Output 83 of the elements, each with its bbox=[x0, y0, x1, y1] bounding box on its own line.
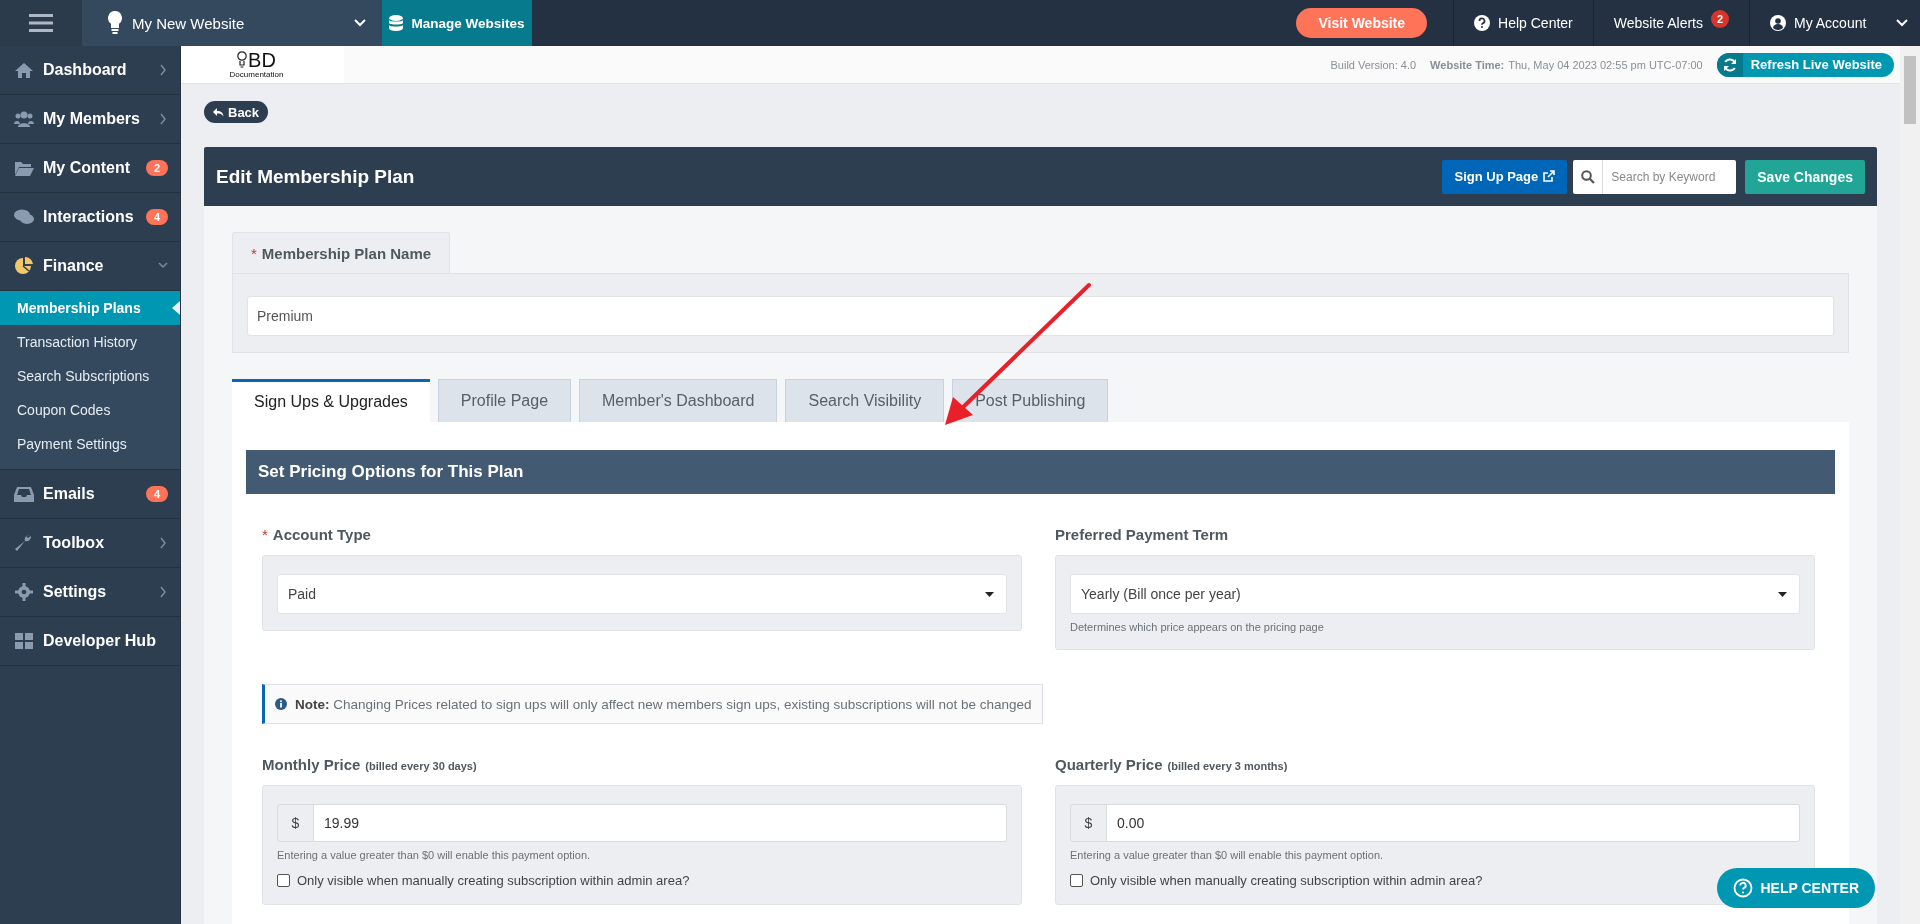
field-label: Quarterly Price bbox=[1055, 756, 1163, 773]
tab[interactable]: Sign Ups & Upgrades bbox=[232, 379, 430, 422]
user-icon bbox=[1770, 15, 1786, 31]
help-text: Determines which price appears on the pricing page bbox=[1070, 621, 1325, 633]
checkbox[interactable] bbox=[1070, 874, 1083, 887]
info-icon bbox=[275, 698, 287, 710]
scrollbar[interactable] bbox=[1900, 46, 1920, 924]
count-badge: 4 bbox=[145, 486, 168, 502]
external-link-icon bbox=[1542, 170, 1556, 183]
count-badge: 4 bbox=[145, 209, 168, 225]
logo: BD Documentation bbox=[181, 46, 344, 83]
checkbox-label: Only visible when manually creating subscription within admin area? bbox=[297, 873, 690, 888]
search-field[interactable]: Search by Keyword bbox=[1603, 159, 1737, 194]
members-icon bbox=[14, 110, 34, 128]
folder-icon bbox=[14, 159, 34, 177]
price-input[interactable]: 19.99 bbox=[314, 804, 1007, 842]
tab[interactable]: Member's Dashboard bbox=[579, 379, 778, 422]
chevron-down-icon bbox=[354, 19, 366, 27]
count-badge: 2 bbox=[145, 160, 168, 176]
help-text: Entering a value greater than $0 will enable this payment option. bbox=[1070, 849, 1385, 861]
lightbulb-icon bbox=[108, 11, 122, 35]
gear-icon bbox=[14, 583, 34, 601]
submenu-item[interactable]: Coupon Codes bbox=[0, 393, 180, 427]
back-button[interactable]: Back bbox=[204, 101, 269, 123]
submenu-item[interactable]: Payment Settings bbox=[0, 427, 180, 461]
sidebar-item[interactable]: Settings bbox=[0, 568, 180, 617]
wrench-icon bbox=[14, 534, 34, 552]
chevron-down-icon bbox=[1896, 19, 1908, 27]
build-version: Build Version: 4.0 bbox=[1330, 58, 1417, 71]
menu-button[interactable] bbox=[0, 0, 82, 46]
checkbox-label: Only visible when manually creating subscription within admin area? bbox=[1090, 873, 1483, 888]
search-icon bbox=[1580, 169, 1595, 184]
sidebar-item[interactable]: My Members bbox=[0, 95, 180, 144]
caret-icon bbox=[1778, 591, 1787, 597]
sidebar-item[interactable]: Emails 4 bbox=[0, 470, 180, 519]
required-mark: * bbox=[262, 526, 268, 543]
checkbox[interactable] bbox=[277, 874, 290, 887]
sidebar-item[interactable]: My Content 2 bbox=[0, 144, 180, 193]
field-hint: (billed every 3 months) bbox=[1167, 760, 1288, 772]
menu-icon bbox=[29, 13, 53, 33]
inbox-icon bbox=[14, 485, 34, 503]
sidebar-item[interactable]: Toolbox bbox=[0, 519, 180, 568]
submenu-item[interactable]: Search Subscriptions bbox=[0, 359, 180, 393]
refresh-icon bbox=[1722, 57, 1737, 72]
sign-up-page-button[interactable]: Sign Up Page bbox=[1442, 159, 1568, 194]
tab[interactable]: Search Visibility bbox=[785, 379, 945, 422]
page-title: Edit Membership Plan bbox=[216, 165, 415, 188]
home-icon bbox=[14, 61, 34, 79]
website-selector[interactable]: My New Website bbox=[82, 0, 382, 46]
field-hint: (billed every 30 days) bbox=[365, 760, 477, 772]
field-label: Account Type bbox=[272, 526, 371, 543]
tab[interactable]: Profile Page bbox=[437, 379, 572, 422]
grid-icon bbox=[14, 632, 34, 650]
sidebar-item[interactable]: Developer Hub bbox=[0, 617, 180, 666]
note-text: Note: Changing Prices related to sign ups will only affect new members sign ups, existing subscriptions will not be changed bbox=[295, 696, 1032, 712]
database-icon bbox=[389, 15, 404, 31]
dropdown[interactable]: Paid bbox=[277, 574, 1007, 614]
field-label: Preferred Payment Term bbox=[1055, 526, 1229, 543]
sidebar-item[interactable]: Interactions 4 bbox=[0, 193, 180, 242]
alert-count-badge: 2 bbox=[1711, 10, 1729, 28]
plan-name-input[interactable]: Premium bbox=[247, 296, 1834, 336]
required-mark: * bbox=[251, 244, 257, 262]
price-input[interactable]: 0.00 bbox=[1107, 804, 1800, 842]
manage-websites-button[interactable]: Manage Websites bbox=[382, 0, 532, 46]
section-header: Set Pricing Options for This Plan bbox=[246, 450, 1835, 494]
field-label: Monthly Price bbox=[262, 756, 361, 773]
website-alerts-link[interactable]: Website Alerts bbox=[1613, 15, 1703, 31]
website-time-label: Website Time: bbox=[1430, 58, 1505, 71]
tab[interactable]: Post Publishing bbox=[952, 379, 1109, 422]
submenu-item[interactable]: Transaction History bbox=[0, 325, 180, 359]
field-label: Membership Plan Name bbox=[261, 244, 432, 262]
question-icon bbox=[1474, 15, 1491, 31]
sidebar-item[interactable]: Dashboard bbox=[0, 46, 180, 95]
help-text: Entering a value greater than $0 will enable this payment option. bbox=[277, 849, 592, 861]
search-button[interactable] bbox=[1573, 159, 1604, 194]
caret-icon bbox=[985, 591, 994, 597]
currency-addon: $ bbox=[277, 804, 314, 842]
website-time: Thu, May 04 2023 02:55 pm UTC-07:00 bbox=[1508, 58, 1703, 71]
reply-arrow-icon bbox=[213, 107, 224, 117]
pie-icon bbox=[14, 257, 34, 275]
currency-addon: $ bbox=[1070, 804, 1107, 842]
question-icon bbox=[1733, 878, 1754, 898]
dropdown[interactable]: Yearly (Bill once per year) bbox=[1070, 574, 1800, 614]
